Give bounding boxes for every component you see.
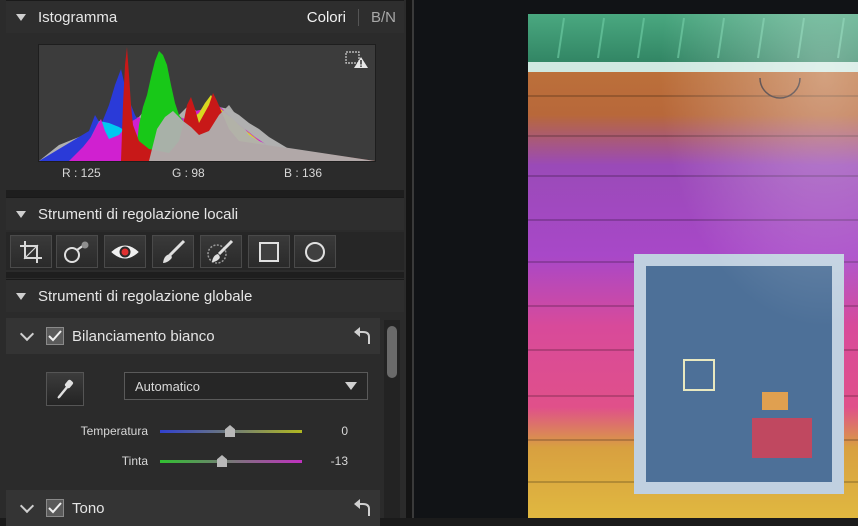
- readout-blue: B : 136: [284, 166, 323, 180]
- red-eye-icon: [111, 245, 139, 258]
- tint-slider-thumb[interactable]: [217, 455, 227, 467]
- brush-icon: [163, 239, 186, 263]
- rectangle-tool-button[interactable]: [248, 235, 290, 268]
- crop-icon: [20, 240, 42, 263]
- histogram-graph: [38, 44, 376, 162]
- spot-removal-button[interactable]: [56, 235, 98, 268]
- tone-title: Tono: [72, 499, 105, 517]
- tab-bn[interactable]: B/N: [359, 9, 396, 26]
- eraser-brush-icon: [207, 239, 234, 264]
- scrollbar-thumb[interactable]: [387, 326, 397, 378]
- tone-checkbox[interactable]: [46, 499, 64, 517]
- eyedropper-icon: [57, 379, 74, 399]
- global-tools-header[interactable]: Strumenti di regolazione globale: [6, 279, 404, 312]
- eraser-brush-button[interactable]: [200, 235, 242, 268]
- circle-tool-button[interactable]: [294, 235, 336, 268]
- white-balance-checkbox[interactable]: [46, 327, 64, 345]
- white-balance-title: Bilanciamento bianco: [72, 327, 215, 345]
- white-balance-body: Automatico Temperatura 0 Tinta -13: [6, 354, 380, 488]
- crop-button[interactable]: [10, 235, 52, 268]
- local-tools-toolbar: [6, 232, 404, 270]
- checkmark-icon: [48, 502, 62, 514]
- panel-scrollbar[interactable]: [384, 320, 400, 518]
- circle-icon: [305, 241, 325, 262]
- histogram-title: Istogramma: [38, 8, 118, 26]
- brush-button[interactable]: [152, 235, 194, 268]
- tint-slider[interactable]: [160, 460, 302, 463]
- red-eye-button[interactable]: [104, 235, 146, 268]
- temperature-slider-thumb[interactable]: [225, 425, 235, 437]
- tint-value[interactable]: -13: [308, 454, 348, 468]
- white-balance-mode-select[interactable]: Automatico: [124, 372, 368, 400]
- collapse-triangle-icon[interactable]: [16, 292, 26, 300]
- local-tools-header[interactable]: Strumenti di regolazione locali: [6, 197, 404, 230]
- temperature-value[interactable]: 0: [308, 424, 348, 438]
- eyedropper-button[interactable]: [46, 372, 84, 406]
- clipping-warning-icon[interactable]: [345, 51, 369, 69]
- undo-icon[interactable]: [352, 499, 372, 517]
- readout-red: R : 125: [62, 166, 101, 180]
- histogram-plot: [39, 47, 375, 161]
- undo-icon[interactable]: [352, 327, 372, 345]
- section-divider: [6, 272, 404, 278]
- temperature-label: Temperatura: [80, 424, 148, 438]
- section-divider: [6, 190, 404, 197]
- checkmark-icon: [48, 330, 62, 342]
- collapse-triangle-icon[interactable]: [16, 13, 26, 21]
- white-balance-header[interactable]: Bilanciamento bianco: [6, 318, 380, 354]
- collapse-triangle-icon[interactable]: [16, 210, 26, 218]
- tone-header[interactable]: Tono: [6, 490, 380, 526]
- dropdown-arrow-icon: [345, 382, 357, 390]
- global-tools-title: Strumenti di regolazione globale: [38, 287, 253, 305]
- histogram-header[interactable]: Istogramma Colori B/N: [6, 0, 404, 33]
- rectangle-icon: [259, 241, 279, 262]
- local-tools-title: Strumenti di regolazione locali: [38, 205, 239, 223]
- chevron-down-icon[interactable]: [19, 498, 35, 514]
- readout-green: G : 98: [172, 166, 205, 180]
- tab-colori[interactable]: Colori: [307, 8, 359, 26]
- spot-removal-icon: [64, 241, 89, 263]
- chevron-down-icon[interactable]: [19, 326, 35, 342]
- photo-preview: [528, 14, 858, 518]
- histogram-mode-tabs: Colori B/N: [307, 1, 396, 33]
- image-viewer[interactable]: [414, 0, 858, 518]
- white-balance-mode-value: Automatico: [135, 378, 201, 394]
- tint-label: Tinta: [121, 454, 148, 468]
- adjustment-panel: Istogramma Colori B/N R : 125 G : 98 B:…: [0, 0, 406, 526]
